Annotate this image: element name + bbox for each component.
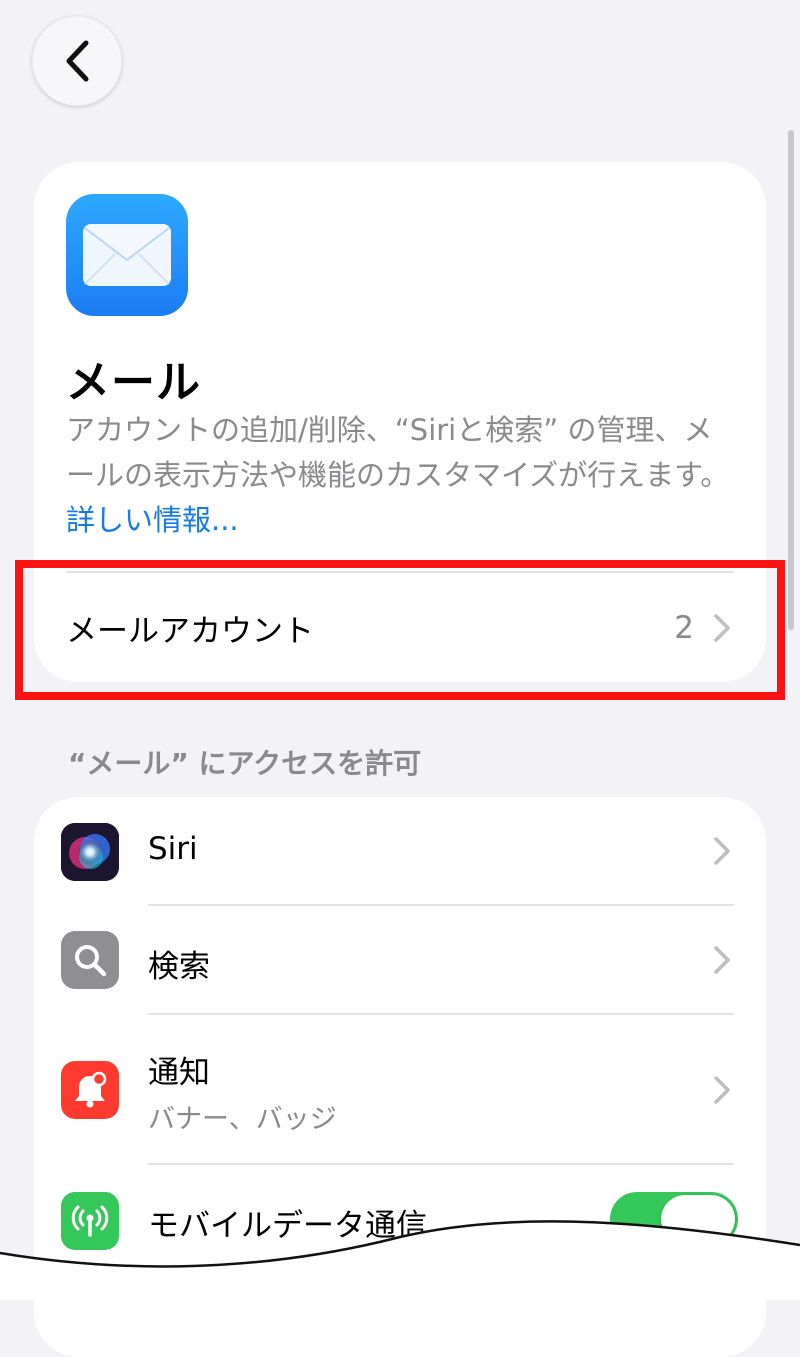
page-title: メール (66, 357, 201, 408)
list-item-label: Siri (148, 831, 198, 867)
mail-accounts-label: メールアカウント (66, 613, 314, 649)
app-info-card: メール アカウントの追加/削除、“Siriと検索” の管理、メールの表示方法や機… (34, 162, 766, 682)
section-header: “メール” にアクセスを許可 (68, 747, 422, 780)
search-icon (61, 931, 119, 989)
list-item-label: 検索 (148, 949, 210, 985)
siri-icon (61, 823, 119, 881)
chevron-right-icon (714, 945, 730, 974)
torn-edge-decoration (0, 1220, 800, 1300)
list-item-search[interactable]: 検索 (34, 906, 766, 1013)
list-item-siri[interactable]: Siri (34, 797, 766, 905)
list-item-notifications[interactable]: 通知 バナー、バッジ (34, 1015, 766, 1165)
mail-accounts-row[interactable]: メールアカウント 2 (34, 573, 766, 682)
description-text: アカウントの追加/削除、“Siriと検索” の管理、メールの表示方法や機能のカス… (66, 413, 730, 492)
chevron-right-icon (714, 1076, 730, 1104)
chevron-right-icon (714, 837, 730, 865)
back-button[interactable] (32, 16, 122, 106)
chevron-left-icon (66, 40, 89, 82)
more-info-link[interactable]: 詳しい情報... (66, 503, 239, 537)
chevron-right-icon (714, 613, 730, 642)
scrollbar[interactable] (788, 130, 794, 630)
notification-bell-icon (61, 1061, 119, 1119)
app-description: アカウントの追加/削除、“Siriと検索” の管理、メールの表示方法や機能のカス… (66, 408, 738, 543)
mail-accounts-count: 2 (674, 609, 694, 646)
mail-icon (66, 194, 188, 316)
list-item-subtitle: バナー、バッジ (148, 1104, 337, 1135)
list-item-label: 通知 (148, 1055, 210, 1091)
